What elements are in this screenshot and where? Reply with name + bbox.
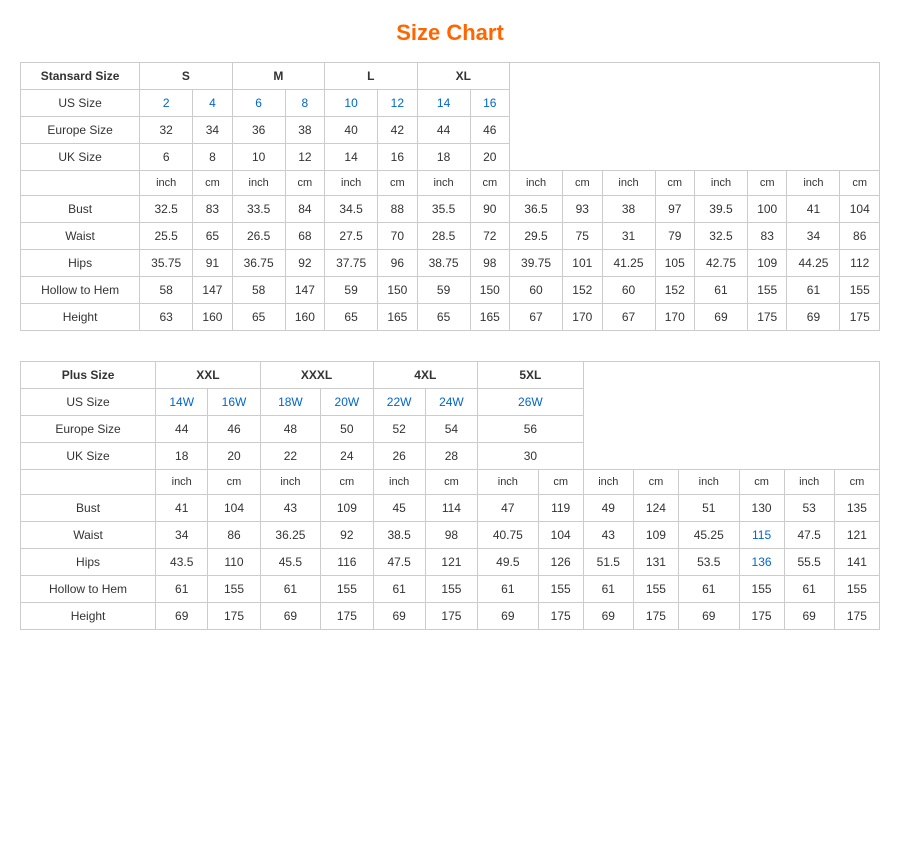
us-size-16: 16 [470, 90, 509, 117]
us-size-label: US Size [21, 90, 140, 117]
waist-label: Waist [21, 223, 140, 250]
standard-size-table: Stansard Size S M L XL US Size 2 4 6 8 1… [20, 62, 880, 331]
plus-hollow-to-hem-label: Hollow to Hem [21, 576, 156, 603]
height-label: Height [21, 304, 140, 331]
plus-col-xxl: XXL [156, 362, 261, 389]
us-size-14: 14 [417, 90, 470, 117]
plus-us-size-label: US Size [21, 389, 156, 416]
us-size-2: 2 [140, 90, 193, 117]
europe-size-label: Europe Size [21, 117, 140, 144]
std-col-xl: XL [417, 63, 509, 90]
plus-waist-label: Waist [21, 522, 156, 549]
us-size-6: 6 [232, 90, 285, 117]
us-size-8: 8 [285, 90, 324, 117]
plus-height-label: Height [21, 603, 156, 630]
plus-europe-size-label: Europe Size [21, 416, 156, 443]
plus-col-xxxl: XXXL [260, 362, 373, 389]
hollow-to-hem-label: Hollow to Hem [21, 277, 140, 304]
hips-label: Hips [21, 250, 140, 277]
std-col-l: L [325, 63, 417, 90]
plus-hips-label: Hips [21, 549, 156, 576]
bust-label: Bust [21, 196, 140, 223]
plus-size-table: Plus Size XXL XXXL 4XL 5XL US Size 14W 1… [20, 361, 880, 630]
uk-size-label: UK Size [21, 144, 140, 171]
us-size-10: 10 [325, 90, 378, 117]
plus-uk-size-label: UK Size [21, 443, 156, 470]
plus-size-label: Plus Size [21, 362, 156, 389]
plus-col-4xl: 4XL [373, 362, 478, 389]
us-size-4: 4 [193, 90, 232, 117]
std-col-m: M [232, 63, 324, 90]
page-title: Size Chart [20, 20, 880, 46]
std-col-s: S [140, 63, 232, 90]
plus-col-5xl: 5XL [478, 362, 584, 389]
standard-size-label: Stansard Size [21, 63, 140, 90]
plus-bust-label: Bust [21, 495, 156, 522]
us-size-12: 12 [378, 90, 417, 117]
